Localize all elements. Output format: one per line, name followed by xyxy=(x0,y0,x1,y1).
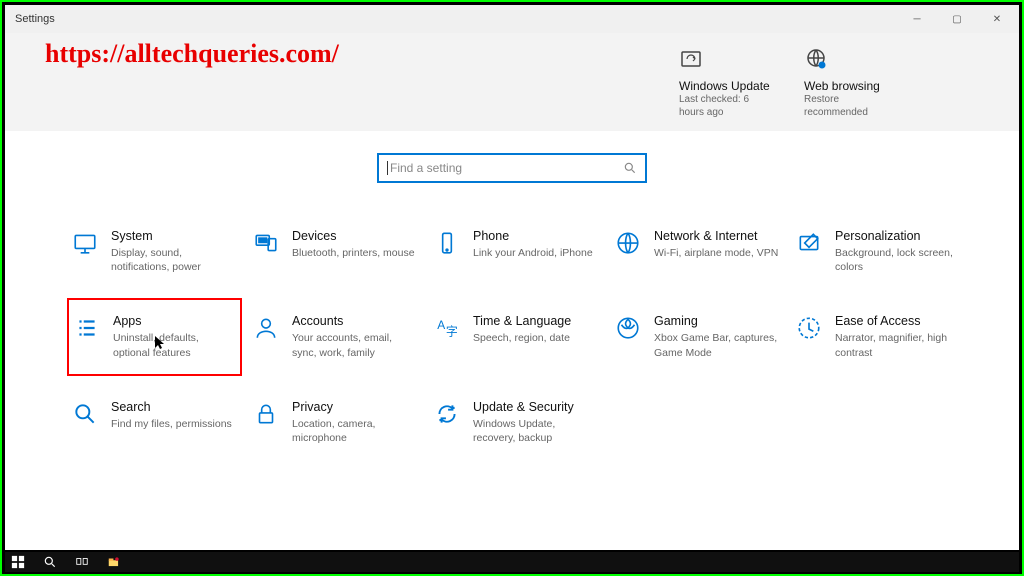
category-desc: Wi-Fi, airplane mode, VPN xyxy=(654,246,778,260)
category-search[interactable]: Search Find my files, permissions xyxy=(67,394,242,451)
category-title: Apps xyxy=(113,314,236,328)
time-language-icon: A字 xyxy=(433,314,461,342)
category-desc: Bluetooth, printers, mouse xyxy=(292,246,415,260)
category-desc: Uninstall, defaults, optional features xyxy=(113,331,236,359)
system-icon xyxy=(71,229,99,257)
category-title: Gaming xyxy=(654,314,781,328)
tile-sub: Restore recommended xyxy=(804,93,899,119)
close-button[interactable]: ✕ xyxy=(977,5,1017,33)
gaming-icon xyxy=(614,314,642,342)
category-phone[interactable]: Phone Link your Android, iPhone xyxy=(429,223,604,280)
file-explorer-icon[interactable] xyxy=(105,553,123,571)
category-title: Update & Security xyxy=(473,400,600,414)
search-placeholder: Find a setting xyxy=(390,161,623,175)
titlebar: Settings ─ ▢ ✕ xyxy=(5,5,1019,33)
task-view-icon[interactable] xyxy=(73,553,91,571)
windows-update-tile[interactable]: Windows Update Last checked: 6 hours ago xyxy=(679,47,774,119)
minimize-button[interactable]: ─ xyxy=(897,5,937,33)
watermark-text: https://alltechqueries.com/ xyxy=(45,39,339,69)
svg-text:A: A xyxy=(437,318,445,332)
category-title: Search xyxy=(111,400,232,414)
phone-icon xyxy=(433,229,461,257)
category-devices[interactable]: Devices Bluetooth, printers, mouse xyxy=(248,223,423,280)
mouse-cursor-icon xyxy=(155,336,167,353)
taskbar-search-icon[interactable] xyxy=(41,553,59,571)
svg-text:字: 字 xyxy=(446,325,458,339)
maximize-button[interactable]: ▢ xyxy=(937,5,977,33)
category-desc: Location, camera, microphone xyxy=(292,417,419,445)
search-category-icon xyxy=(71,400,99,428)
category-title: System xyxy=(111,229,238,243)
category-title: Privacy xyxy=(292,400,419,414)
tile-title: Web browsing xyxy=(804,79,899,93)
globe-icon xyxy=(804,47,828,71)
category-apps[interactable]: Apps Uninstall, defaults, optional featu… xyxy=(67,298,242,375)
window-title: Settings xyxy=(15,13,55,25)
category-desc: Find my files, permissions xyxy=(111,417,232,431)
privacy-icon xyxy=(252,400,280,428)
accounts-icon xyxy=(252,314,280,342)
category-desc: Windows Update, recovery, backup xyxy=(473,417,600,445)
update-security-icon xyxy=(433,400,461,428)
category-ease-of-access[interactable]: Ease of Access Narrator, magnifier, high… xyxy=(791,308,966,365)
personalization-icon xyxy=(795,229,823,257)
category-title: Network & Internet xyxy=(654,229,778,243)
category-network[interactable]: Network & Internet Wi-Fi, airplane mode,… xyxy=(610,223,785,280)
header-section: https://alltechqueries.com/ Windows Upda… xyxy=(5,33,1019,131)
categories-grid: System Display, sound, notifications, po… xyxy=(5,205,1019,469)
category-desc: Xbox Game Bar, captures, Game Mode xyxy=(654,331,781,359)
search-row: Find a setting xyxy=(5,131,1019,205)
category-privacy[interactable]: Privacy Location, camera, microphone xyxy=(248,394,423,451)
ease-of-access-icon xyxy=(795,314,823,342)
category-desc: Background, lock screen, colors xyxy=(835,246,962,274)
category-title: Personalization xyxy=(835,229,962,243)
taskbar xyxy=(5,552,1019,572)
category-title: Phone xyxy=(473,229,593,243)
settings-window: Settings ─ ▢ ✕ https://alltechqueries.co… xyxy=(5,5,1019,550)
category-accounts[interactable]: Accounts Your accounts, email, sync, wor… xyxy=(248,308,423,365)
category-desc: Display, sound, notifications, power xyxy=(111,246,238,274)
apps-icon xyxy=(73,314,101,342)
category-desc: Narrator, magnifier, high contrast xyxy=(835,331,962,359)
category-time-language[interactable]: A字 Time & Language Speech, region, date xyxy=(429,308,604,365)
search-icon xyxy=(623,161,637,175)
start-button[interactable] xyxy=(9,553,27,571)
category-gaming[interactable]: Gaming Xbox Game Bar, captures, Game Mod… xyxy=(610,308,785,365)
text-cursor xyxy=(387,161,388,175)
sync-icon xyxy=(679,47,703,71)
category-update-security[interactable]: Update & Security Windows Update, recove… xyxy=(429,394,604,451)
category-title: Time & Language xyxy=(473,314,571,328)
tile-sub: Last checked: 6 hours ago xyxy=(679,93,774,119)
category-title: Devices xyxy=(292,229,415,243)
category-title: Accounts xyxy=(292,314,419,328)
web-browsing-tile[interactable]: Web browsing Restore recommended xyxy=(804,47,899,119)
category-title: Ease of Access xyxy=(835,314,962,328)
category-personalization[interactable]: Personalization Background, lock screen,… xyxy=(791,223,966,280)
category-desc: Speech, region, date xyxy=(473,331,571,345)
devices-icon xyxy=(252,229,280,257)
category-desc: Your accounts, email, sync, work, family xyxy=(292,331,419,359)
search-input[interactable]: Find a setting xyxy=(377,153,647,183)
category-desc: Link your Android, iPhone xyxy=(473,246,593,260)
tile-title: Windows Update xyxy=(679,79,774,93)
category-system[interactable]: System Display, sound, notifications, po… xyxy=(67,223,242,280)
window-controls: ─ ▢ ✕ xyxy=(897,5,1017,33)
network-icon xyxy=(614,229,642,257)
